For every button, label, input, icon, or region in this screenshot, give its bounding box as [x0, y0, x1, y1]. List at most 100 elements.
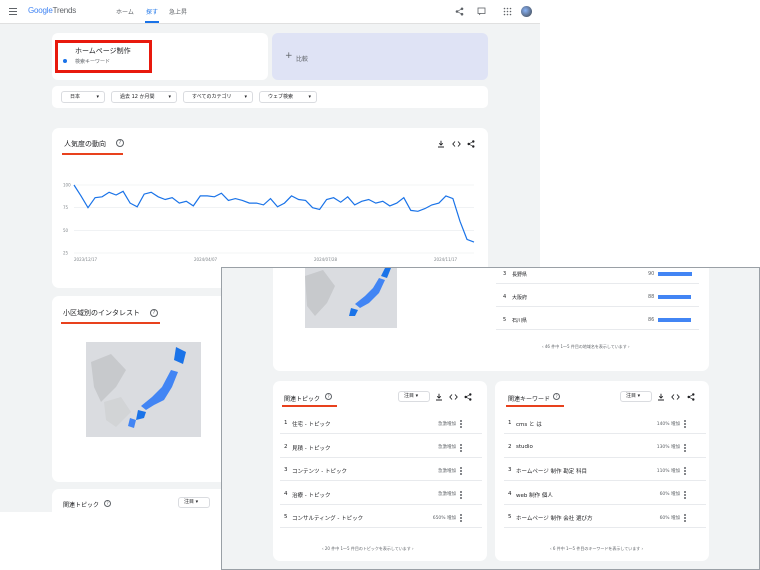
help-icon[interactable]: ? [553, 393, 560, 400]
query-label[interactable]: web 制作 個人 [516, 491, 553, 499]
x-tick-label: 2024/11/17 [434, 257, 458, 262]
more-options-icon[interactable] [460, 420, 462, 428]
google-trends-logo[interactable]: GoogleTrends [28, 6, 76, 15]
queries-sort-select[interactable]: 注目 ▾ [620, 391, 652, 402]
share-icon[interactable] [455, 7, 464, 16]
topic-value: 650% 増加 [432, 515, 456, 521]
query-value: 140% 増加 [656, 421, 680, 427]
help-icon[interactable]: ? [104, 500, 111, 507]
region-rank: 3 [503, 271, 507, 277]
filter-time[interactable]: 過去 12 か月間 ▾ [111, 91, 177, 103]
more-options-icon[interactable] [684, 467, 686, 475]
more-options-icon[interactable] [460, 443, 462, 452]
more-options-icon[interactable] [460, 467, 462, 475]
topic-rank: 1 [284, 420, 288, 426]
region-name[interactable]: 石川県 [512, 317, 527, 324]
compare-label[interactable]: 比較 [296, 54, 308, 63]
topics-sort-select[interactable]: 注目 ▾ [398, 391, 430, 402]
related-queries-title: 関連キーワード [508, 396, 551, 403]
feedback-icon[interactable] [477, 7, 486, 16]
download-icon[interactable] [435, 393, 443, 403]
more-options-icon[interactable] [684, 490, 686, 499]
query-value: 110% 増加 [656, 468, 680, 474]
filter-search-type[interactable]: ウェブ検索 ▾ [259, 91, 317, 103]
filter-search-type-label: ウェブ検索 [268, 94, 294, 100]
filter-region[interactable]: 日本 ▾ [61, 91, 105, 103]
term-highlight-box [55, 40, 152, 73]
query-rank: 4 [508, 490, 512, 497]
topics-title-underline [282, 405, 337, 407]
hamburger-menu-icon[interactable] [9, 8, 17, 15]
queries-title-underline [506, 405, 564, 407]
query-rank: 3 [508, 467, 512, 473]
nav-trending[interactable]: 急上昇 [169, 7, 187, 16]
topics-sort-label: 注目 [404, 393, 415, 399]
row-divider [280, 456, 482, 458]
more-options-icon[interactable] [460, 514, 462, 522]
search-term-title[interactable]: ホームページ制作 [75, 46, 131, 56]
embed-icon[interactable] [449, 393, 458, 403]
help-icon[interactable]: ? [150, 309, 158, 317]
topic-rank: 3 [284, 467, 288, 473]
row-divider [504, 456, 706, 458]
y-tick-label: 25 [63, 251, 69, 256]
region-value: 88 [648, 294, 655, 300]
help-icon[interactable]: ? [116, 139, 124, 147]
nav-explore[interactable]: 探す [146, 7, 158, 16]
query-rank: 5 [508, 514, 512, 520]
topic-label[interactable]: コンサルティング - トピック [292, 514, 363, 522]
topics-pager[interactable]: ‹ 20 件中 1〜5 件目のトピックを表示しています › [322, 546, 414, 552]
related-queries-screenshot: 3 長野県 90 4 大阪府 88 5 石川県 86 ‹ 46 件中 1〜5 件目の地域名を表示… [221, 267, 760, 570]
region-title: 小区域別のインタレスト [63, 309, 140, 317]
topic-label[interactable]: コンテンツ - トピック [292, 467, 347, 475]
japan-map [305, 268, 391, 316]
topic-label[interactable]: 見積 - トピック [292, 444, 330, 452]
regions-pager-text: 46 件中 1〜5 件目の地域名を表示しています [544, 344, 627, 349]
help-icon[interactable]: ? [325, 393, 332, 400]
queries-pager[interactable]: ‹ 6 件中 1〜5 件目のキーワードを表示しています › [550, 546, 643, 552]
logo-trends-text: Trends [52, 6, 77, 15]
share-icon[interactable] [464, 393, 472, 403]
query-value: 60% 増加 [659, 515, 680, 521]
row-divider [496, 329, 699, 330]
query-label[interactable]: studio [516, 444, 533, 450]
query-rank: 1 [508, 420, 512, 426]
topic-label[interactable]: 治療 - トピック [292, 491, 330, 499]
queries-pager-text: 6 件中 1〜5 件目のキーワードを表示しています [552, 546, 641, 551]
more-options-icon[interactable] [684, 443, 686, 452]
series-line[interactable] [73, 184, 475, 243]
download-icon[interactable] [657, 393, 665, 403]
region-name[interactable]: 大阪府 [512, 294, 527, 301]
share-icon[interactable] [467, 140, 475, 150]
regions-pager[interactable]: ‹ 46 件中 1〜5 件目の地域名を表示しています › [542, 344, 630, 350]
filter-category-label: すべてのカテゴリ [192, 94, 232, 100]
topic-value: 急激増加 [438, 445, 456, 450]
more-options-icon[interactable] [684, 420, 686, 428]
topic-label[interactable]: 住宅 - トピック [292, 420, 330, 428]
topic-value: 急激増加 [438, 421, 456, 427]
topics-sort-select[interactable]: 注目 ▾ [178, 497, 210, 508]
embed-icon[interactable] [452, 140, 461, 150]
row-divider [280, 503, 482, 505]
share-icon[interactable] [687, 393, 695, 403]
filter-category[interactable]: すべてのカテゴリ ▾ [183, 91, 253, 103]
topic-value: 急激増加 [438, 492, 456, 497]
more-options-icon[interactable] [460, 490, 462, 499]
region-value-bar [658, 318, 691, 322]
embed-icon[interactable] [671, 393, 680, 403]
account-avatar[interactable] [521, 6, 532, 17]
region-name[interactable]: 長野県 [512, 271, 527, 278]
add-comparison-icon[interactable]: + [285, 52, 293, 61]
region-value-bar [658, 272, 693, 276]
logo-google-text: Google [28, 6, 53, 15]
download-icon[interactable] [437, 140, 445, 150]
region-value: 90 [648, 271, 655, 277]
query-label[interactable]: ホームページ 制作 勘定 科目 [516, 467, 587, 475]
nav-home[interactable]: ホーム [116, 7, 134, 16]
query-value: 60% 増加 [659, 492, 680, 497]
query-label[interactable]: ホームページ 制作 会社 選び方 [516, 514, 592, 522]
apps-grid-icon[interactable] [503, 7, 512, 16]
japan-map [91, 347, 186, 428]
query-label[interactable]: cms と は [516, 420, 542, 428]
more-options-icon[interactable] [684, 514, 686, 522]
